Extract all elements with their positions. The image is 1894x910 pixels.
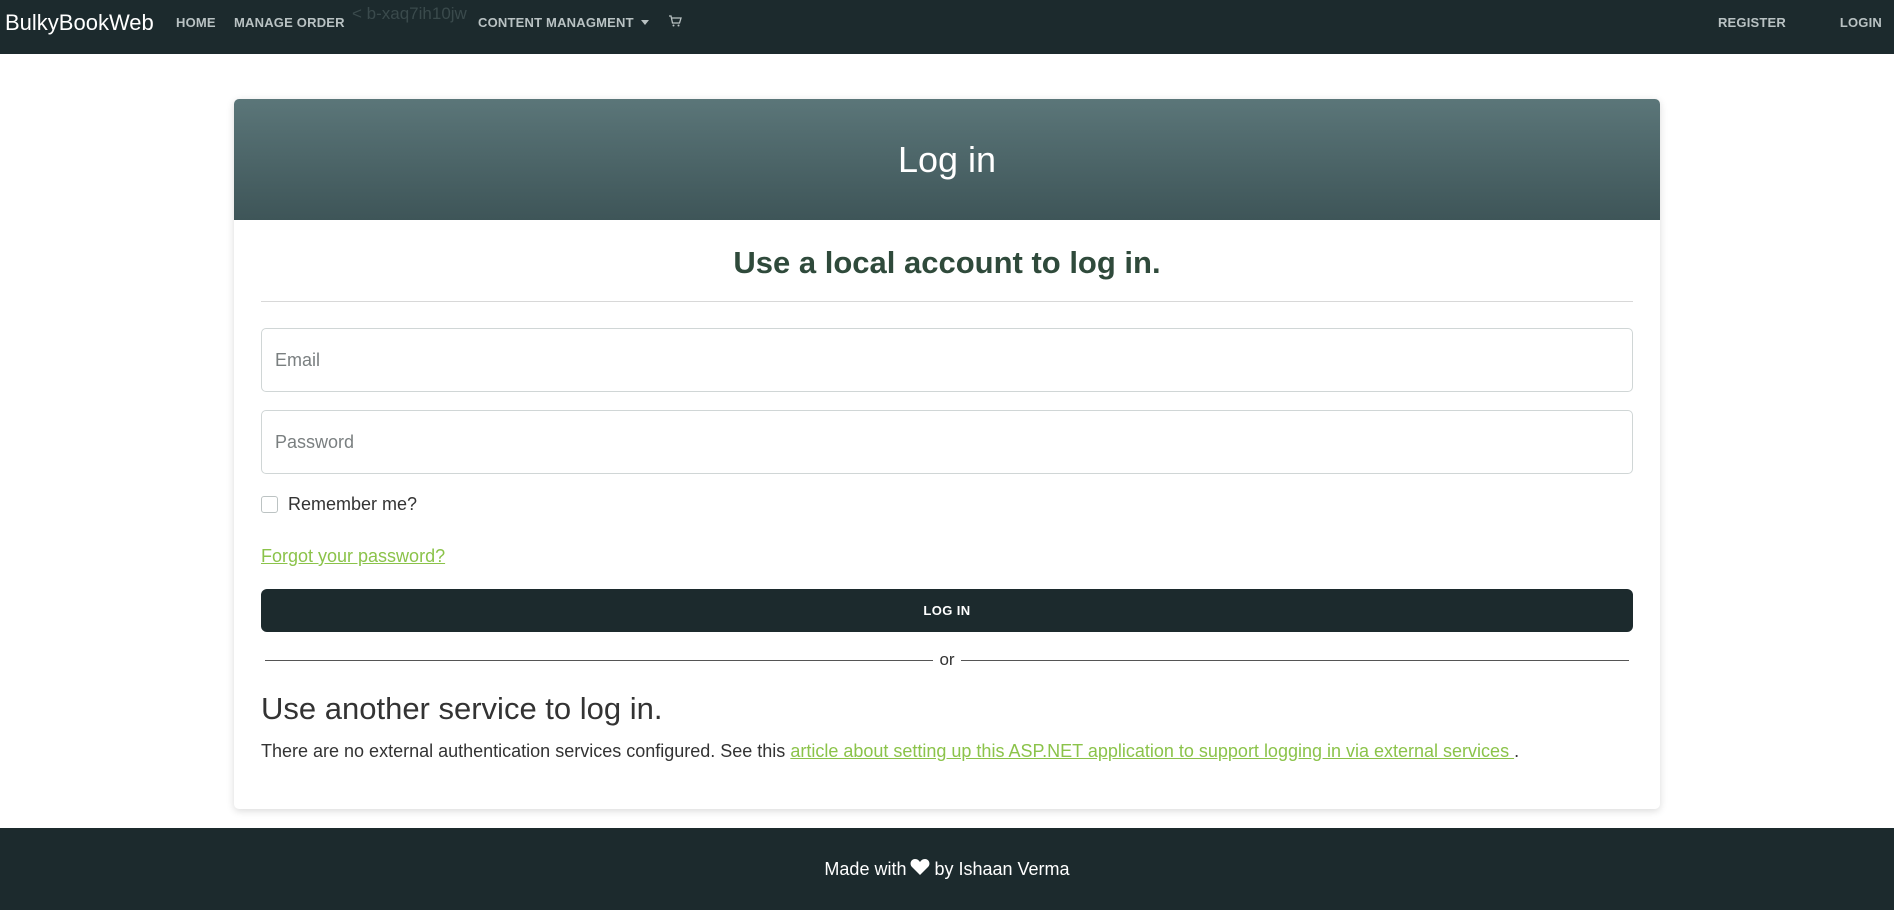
remember-me-row: Remember me? [261,494,417,515]
local-account-subtitle: Use a local account to log in. [733,245,1161,280]
divider [261,301,1633,302]
cart-icon[interactable] [668,14,682,33]
nav-content-management-label: CONTENT MANAGMENT [478,15,634,30]
password-field[interactable] [261,410,1633,474]
external-services-period: . [1514,741,1520,761]
nav-home-link[interactable]: HOME [176,15,216,30]
remember-me-checkbox[interactable] [261,496,278,513]
scoped-css-overlay-text: < b-xaq7ih10jw [352,4,467,23]
nav-manage-order-link[interactable]: MANAGE ORDER [234,15,345,30]
footer: Made with by Ishaan Verma [0,828,1894,910]
brand-logo[interactable]: BulkyBookWeb [5,10,154,36]
or-text: or [939,650,955,669]
separator-line-left [265,659,934,661]
remember-me-label[interactable]: Remember me? [288,494,417,515]
or-separator: or [265,650,1629,670]
card-header: Log in [234,99,1660,220]
nav-content-management-dropdown[interactable]: CONTENT MANAGMENT [478,15,649,30]
heart-icon [910,858,930,881]
top-navbar: BulkyBookWeb HOME MANAGE ORDER < b-xaq7i… [0,0,1894,54]
login-card: Log in Use a local account to log in. Re… [234,99,1660,809]
forgot-password-link[interactable]: Forgot your password? [261,546,445,567]
external-services-message: There are no external authentication ser… [261,741,791,761]
log-in-button[interactable]: LOG IN [261,589,1633,632]
external-services-article-link[interactable]: article about setting up this ASP.NET ap… [790,741,1514,761]
nav-login-link[interactable]: LOGIN [1840,15,1882,30]
email-field[interactable] [261,328,1633,392]
nav-register-link[interactable]: REGISTER [1718,15,1786,30]
external-services-text: There are no external authentication ser… [261,741,1519,762]
page-title: Log in [897,138,997,180]
footer-suffix: by Ishaan Verma [934,858,1070,879]
separator-line-right [960,659,1629,661]
chevron-down-icon [640,20,649,25]
footer-prefix: Made with [824,858,907,879]
external-services-title: Use another service to log in. [261,691,663,726]
